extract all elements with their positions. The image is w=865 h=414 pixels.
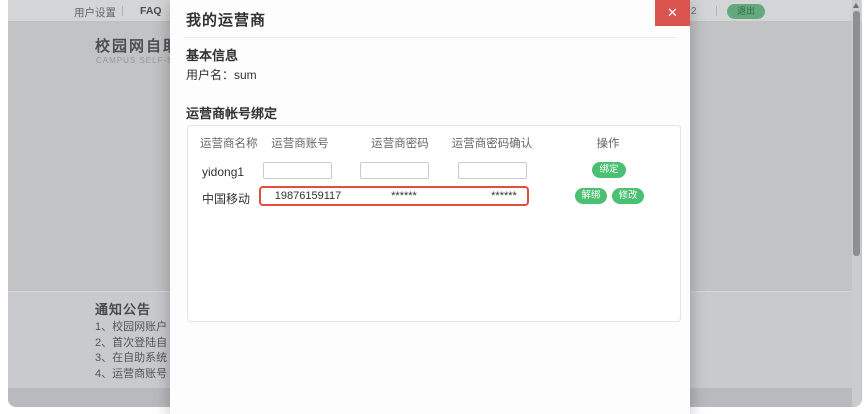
nav-item-faq[interactable]: FAQ — [140, 5, 162, 17]
close-button[interactable]: ✕ — [655, 0, 690, 26]
bound-password-confirm-value: ****** — [464, 189, 544, 203]
nav-divider — [122, 6, 123, 16]
scrollbar-up-icon[interactable] — [853, 3, 859, 8]
operator-name: 中国移动 — [202, 190, 250, 207]
unbind-button[interactable]: 解绑 — [575, 188, 607, 204]
col-header-password: 运营商密码 — [360, 135, 440, 151]
bound-account-value: 19876159117 — [268, 189, 348, 203]
notice-item: 3、在自助系统 — [95, 351, 167, 367]
operator-modal: 我的运营商 ✕ 基本信息 用户名：sum 运营商帐号绑定 运营商名称 运营商账号… — [170, 0, 690, 414]
col-header-password-confirm: 运营商密码确认 — [442, 135, 542, 151]
modal-divider — [184, 37, 676, 38]
password-input[interactable] — [360, 162, 429, 179]
nav-item-user-settings[interactable]: 用户设置 — [74, 5, 116, 20]
notice-list: 1、校园网账户 2、首次登陆自 3、在自助系统 4、运营商账号 — [95, 320, 167, 382]
scrollbar-thumb[interactable] — [853, 11, 860, 256]
operator-name: yidong1 — [202, 165, 244, 179]
bound-password-value: ****** — [364, 189, 444, 203]
modal-title: 我的运营商 — [186, 9, 266, 30]
bind-button[interactable]: 绑定 — [592, 162, 626, 178]
bound-values-highlight: 19876159117 ****** ****** — [259, 186, 529, 206]
notice-item: 1、校园网账户 — [95, 320, 167, 336]
password-confirm-input[interactable] — [458, 162, 527, 179]
binding-table: 运营商名称 运营商账号 运营商密码 运营商密码确认 操作 yidong1 绑定 … — [187, 125, 681, 322]
col-header-account: 运营商账号 — [260, 135, 340, 151]
nav-item-fragment: 2 — [691, 6, 697, 17]
notice-item: 2、首次登陆自 — [95, 336, 167, 352]
modify-button[interactable]: 修改 — [612, 188, 644, 204]
binding-heading: 运营商帐号绑定 — [186, 103, 277, 122]
logout-button[interactable]: 退出 — [727, 4, 765, 19]
notice-heading: 通知公告 — [95, 299, 151, 318]
scrollbar[interactable] — [852, 0, 861, 407]
nav-divider-right — [716, 6, 717, 16]
username-text: 用户名：sum — [186, 66, 257, 83]
notice-item: 4、运营商账号 — [95, 367, 167, 383]
col-header-action: 操作 — [573, 135, 643, 151]
close-icon: ✕ — [667, 5, 678, 20]
basic-info-heading: 基本信息 — [186, 45, 238, 64]
account-input[interactable] — [263, 162, 332, 179]
